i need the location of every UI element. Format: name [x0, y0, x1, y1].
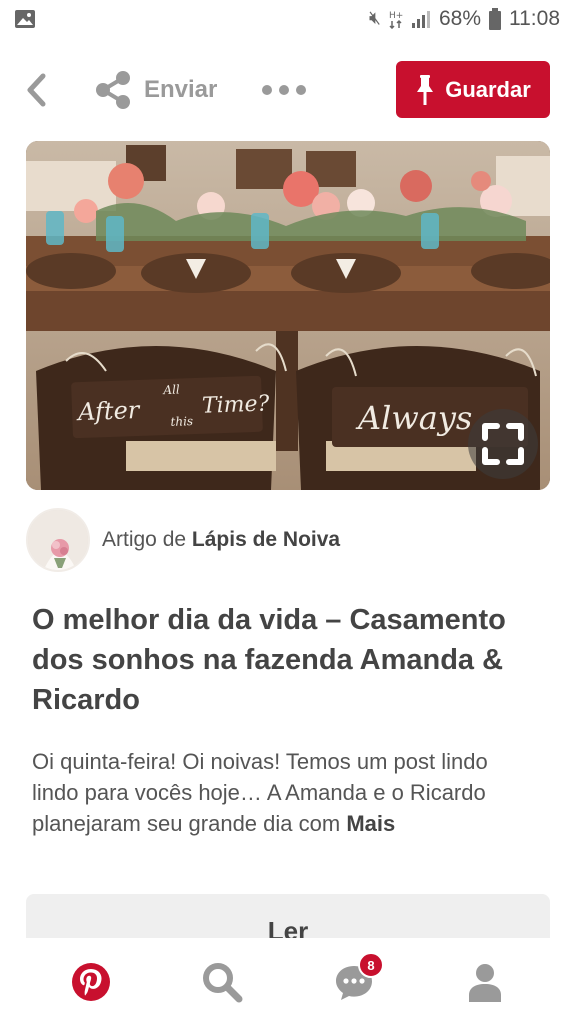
pin-action-bar: Enviar Guardar: [0, 52, 576, 128]
signal-icon: [411, 11, 430, 28]
battery-percent: 68%: [438, 7, 481, 30]
bottom-navigation: 8: [0, 938, 576, 1024]
attribution-source-link[interactable]: Lápis de Noiva: [192, 528, 340, 551]
messages-badge: 8: [358, 952, 384, 978]
nav-search[interactable]: [196, 956, 248, 1008]
more-options-button[interactable]: [262, 78, 306, 102]
expand-icon: [482, 423, 524, 465]
status-left: [14, 9, 36, 29]
image-icon: [15, 10, 35, 28]
pin-description: Oi quinta-feira! Oi noivas! Temos um pos…: [32, 746, 502, 839]
back-button[interactable]: [18, 70, 54, 110]
mute-icon: 🔇︎: [368, 8, 381, 29]
pin-icon: [417, 74, 434, 105]
attribution-text: Artigo de Lápis de Noiva: [102, 528, 340, 552]
back-icon: [27, 73, 46, 107]
status-bar: 🔇︎ H+ 68% 11:08: [0, 0, 576, 38]
nav-messages[interactable]: 8: [328, 952, 384, 1008]
svg-text:H+: H+: [389, 11, 403, 21]
sign-after-all-this-time: After All this Time?: [71, 375, 270, 439]
nav-profile[interactable]: [459, 956, 511, 1008]
home-icon: [72, 963, 110, 1001]
save-label: Guardar: [445, 76, 531, 102]
battery-icon: [489, 8, 501, 30]
pin-title: O melhor dia da vida – Casamento dos son…: [32, 604, 506, 716]
nav-home[interactable]: [65, 956, 117, 1008]
profile-icon: [469, 964, 501, 1002]
pin-description-text: Oi quinta-feira! Oi noivas! Temos um pos…: [32, 749, 488, 836]
status-right: 🔇︎ H+ 68% 11:08: [369, 7, 560, 31]
attribution-prefix: Artigo de: [102, 528, 187, 551]
save-button[interactable]: Guardar: [396, 61, 550, 118]
data-icon: H+: [389, 11, 403, 29]
expand-image-button[interactable]: [468, 409, 538, 479]
share-label: Enviar: [144, 76, 218, 103]
pin-image[interactable]: After All this Time? Always: [26, 141, 550, 490]
more-icon: [262, 85, 272, 95]
share-icon: [96, 71, 130, 109]
more-link[interactable]: Mais: [346, 811, 395, 836]
pin-attribution[interactable]: Artigo de Lápis de Noiva: [26, 508, 340, 572]
avatar[interactable]: [26, 508, 90, 572]
bride-avatar-image: [28, 510, 88, 570]
clock: 11:08: [509, 7, 560, 30]
share-button[interactable]: Enviar: [94, 68, 217, 112]
search-icon: [203, 963, 243, 1003]
